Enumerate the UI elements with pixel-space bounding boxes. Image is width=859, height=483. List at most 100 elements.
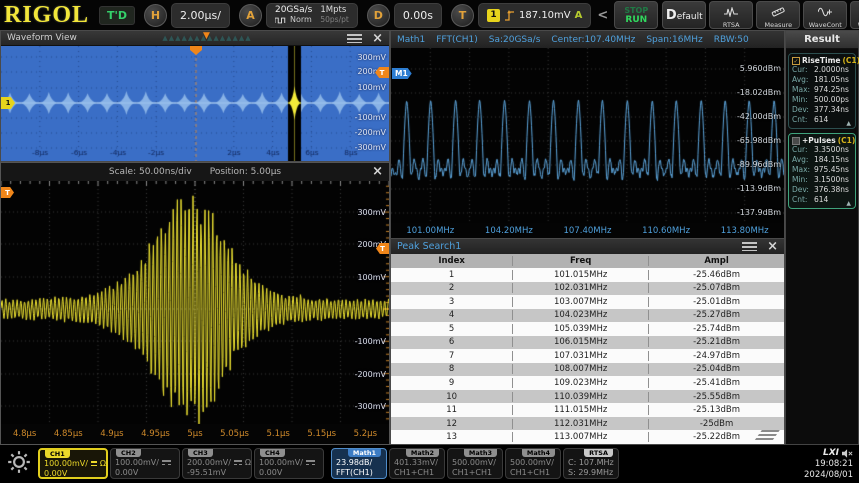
- fft-canvas[interactable]: [391, 48, 784, 223]
- delay-knob[interactable]: D: [367, 4, 390, 27]
- stat-label: Cur:: [792, 145, 814, 155]
- close-icon[interactable]: ×: [372, 165, 383, 178]
- measure-button[interactable]: Measure: [756, 1, 800, 29]
- math-expr: FFT(CH1): [332, 468, 386, 478]
- acquire-knob[interactable]: A: [239, 4, 262, 27]
- trigger-box[interactable]: 1 187.10mV A: [478, 3, 591, 28]
- acquire-box[interactable]: 20GSa/s Norm 1Mpts 50ps/pt: [266, 3, 358, 28]
- rtsa-box[interactable]: RTSA C: 107.MHz S: 29.9MHz: [563, 448, 619, 479]
- x-axis-label: 5.2μs: [354, 429, 377, 439]
- stat-value: 974.25ns: [814, 85, 849, 95]
- cell-index: 11: [391, 405, 512, 415]
- horizontal-scale-box[interactable]: 2.00μs/: [171, 3, 230, 28]
- speaker-muted-icon[interactable]: [842, 449, 853, 458]
- delay-box[interactable]: 0.00s: [394, 3, 442, 28]
- peak-table-row[interactable]: 12112.031MHz-25dBm: [391, 417, 784, 431]
- close-icon[interactable]: ×: [372, 32, 383, 45]
- windows-button[interactable]: Windows: [850, 1, 859, 29]
- fft-plot-area[interactable]: M1 5.960dBm-18.02dBm-42.00dBm-65.98dBm-8…: [391, 48, 784, 223]
- y-axis-label: -100mV: [355, 337, 386, 346]
- rtsa-button[interactable]: RTSA: [709, 1, 753, 29]
- fft-header-item: Center:107.40MHz: [551, 35, 635, 45]
- peak-table-row[interactable]: 8108.007MHz-25.04dBm: [391, 363, 784, 377]
- peak-table-row[interactable]: 13113.007MHz-25.22dBm: [391, 430, 784, 444]
- toolbar-scroll-left[interactable]: <: [595, 8, 610, 23]
- peak-table-row[interactable]: 10110.039MHz-25.55dBm: [391, 390, 784, 404]
- menu-icon[interactable]: [347, 34, 362, 43]
- timebase-strip[interactable]: ▲▲▲▲▲▲▲▲▲▲▲▲▲▲▼: [162, 34, 251, 43]
- peak-table-row[interactable]: 3103.007MHz-25.01dBm: [391, 295, 784, 309]
- horizontal-knob[interactable]: H: [144, 4, 167, 27]
- fft-panel: Math1FFT(CH1)Sa:20GSa/sCenter:107.40MHzS…: [390, 30, 785, 238]
- collapse-icon[interactable]: ▲: [846, 200, 851, 207]
- math1-marker[interactable]: M1: [392, 68, 412, 79]
- trigger-position-icon[interactable]: ▼: [203, 32, 211, 41]
- cell-freq: 107.031MHz: [512, 351, 648, 361]
- col-index: Index: [391, 256, 512, 266]
- wavecont-button[interactable]: WaveCont: [803, 1, 847, 29]
- peak-search-titlebar[interactable]: Peak Search1 ×: [391, 239, 784, 254]
- channel-tab: CH1: [45, 450, 70, 458]
- peak-table-row[interactable]: 5105.039MHz-25.74dBm: [391, 322, 784, 336]
- channel-box-ch3[interactable]: CH3200.00mV/Ω-95.51mV: [182, 448, 252, 479]
- math-box-math3[interactable]: Math3500.00mV/CH1+CH1: [447, 448, 503, 479]
- peak-table-row[interactable]: 1101.015MHz-25.46dBm: [391, 268, 784, 282]
- channel-box-ch4[interactable]: CH4100.00mV/0.00V: [254, 448, 324, 479]
- measurement-block[interactable]: +Pulses(C1)Cur:3.3500nsAvg:184.15nsMax:9…: [788, 133, 856, 209]
- peak-table-row[interactable]: 4104.023MHz-25.27dBm: [391, 309, 784, 323]
- collapse-icon[interactable]: ▲: [846, 120, 851, 127]
- rtsa-center: C: 107.MHz: [564, 457, 618, 468]
- channel-scale: 100.00mV/: [111, 457, 179, 468]
- stat-value: 181.05ns: [814, 75, 849, 85]
- zoom-waveform-canvas[interactable]: [1, 181, 389, 424]
- x-axis-label: 5.1μs: [266, 429, 289, 439]
- x-axis-label: 4.9μs: [100, 429, 123, 439]
- fft-header-item: Span:16MHz: [646, 35, 702, 45]
- gear-icon[interactable]: [3, 445, 35, 479]
- y-axis-label: -137.9dBm: [737, 208, 781, 217]
- stop-label: STOP: [624, 6, 648, 15]
- default-button[interactable]: Default: [662, 1, 706, 29]
- peak-table-row[interactable]: 6106.015MHz-25.21dBm: [391, 336, 784, 350]
- stat-label: Dev:: [792, 105, 814, 115]
- fft-header[interactable]: Math1FFT(CH1)Sa:20GSa/sCenter:107.40MHzS…: [391, 31, 784, 48]
- measurement-row: Dev:377.34ns: [792, 105, 852, 115]
- zoom-plot-area[interactable]: 300mV200mV100mV-100mV-200mV-300mV T T: [1, 181, 389, 424]
- y-axis-label: 5.960dBm: [740, 64, 781, 73]
- fft-x-axis: 101.00MHz104.20MHz107.40MHz110.60MHz113.…: [391, 223, 784, 238]
- waveform-plot-area[interactable]: 300mV200mV100mV-100mV-200mV-300mV 1 T: [1, 46, 389, 161]
- waveform-canvas[interactable]: [1, 46, 389, 161]
- wavecont-icon: [818, 2, 832, 21]
- math-box-math2[interactable]: Math2401.33mV/CH1+CH1: [389, 448, 445, 479]
- cell-ampl: -25.27dBm: [648, 310, 784, 320]
- waveform-view-titlebar[interactable]: Waveform View ▲▲▲▲▲▲▲▲▲▲▲▲▲▲▼ ×: [1, 31, 389, 46]
- stat-value: 3.1500ns: [814, 175, 849, 185]
- result-panel-title: Result: [786, 31, 858, 49]
- fft-header-item: FFT(CH1): [436, 35, 478, 45]
- trigger-source-badge: 1: [487, 9, 500, 22]
- run-stop-button[interactable]: STOP RUN: [614, 1, 658, 29]
- peak-table-body: 1101.015MHz-25.46dBm2102.031MHz-25.07dBm…: [391, 268, 784, 444]
- channel-box-ch1[interactable]: CH1100.00mV/Ω0.00V: [38, 448, 108, 479]
- measurement-block[interactable]: ✓RiseTime(C1)Cur:2.0000nsAvg:181.05nsMax…: [788, 53, 856, 129]
- channel-box-ch2[interactable]: CH2100.00mV/0.00V: [110, 448, 180, 479]
- peak-table-row[interactable]: 9109.023MHz-25.41dBm: [391, 376, 784, 390]
- peak-table-row[interactable]: 2102.031MHz-25.07dBm: [391, 282, 784, 296]
- cell-ampl: -24.97dBm: [648, 351, 784, 361]
- zoom-window-header[interactable]: Scale: 50.00ns/div Position: 5.00μs ×: [1, 163, 389, 182]
- menu-icon[interactable]: [742, 242, 757, 251]
- y-axis-label: 300mV: [357, 53, 386, 62]
- trigger-knob[interactable]: T: [451, 4, 474, 27]
- cell-ampl: -25.21dBm: [648, 337, 784, 347]
- col-freq: Freq: [512, 256, 648, 266]
- math-box-math4[interactable]: Math4500.00mV/CH1+CH1: [505, 448, 561, 479]
- math-scale: 401.33mV/: [390, 457, 444, 468]
- y-axis-label: -300mV: [355, 402, 386, 411]
- measurement-source: (C1): [838, 136, 856, 145]
- rtsa-icon: [724, 2, 738, 21]
- peak-table-row[interactable]: 11111.015MHz-25.13dBm: [391, 403, 784, 417]
- math-box-math1[interactable]: Math123.98dB/FFT(CH1): [331, 448, 387, 479]
- peak-table-row[interactable]: 7107.031MHz-24.97dBm: [391, 349, 784, 363]
- close-icon[interactable]: ×: [767, 240, 778, 253]
- channel-tab: CH4: [260, 449, 285, 457]
